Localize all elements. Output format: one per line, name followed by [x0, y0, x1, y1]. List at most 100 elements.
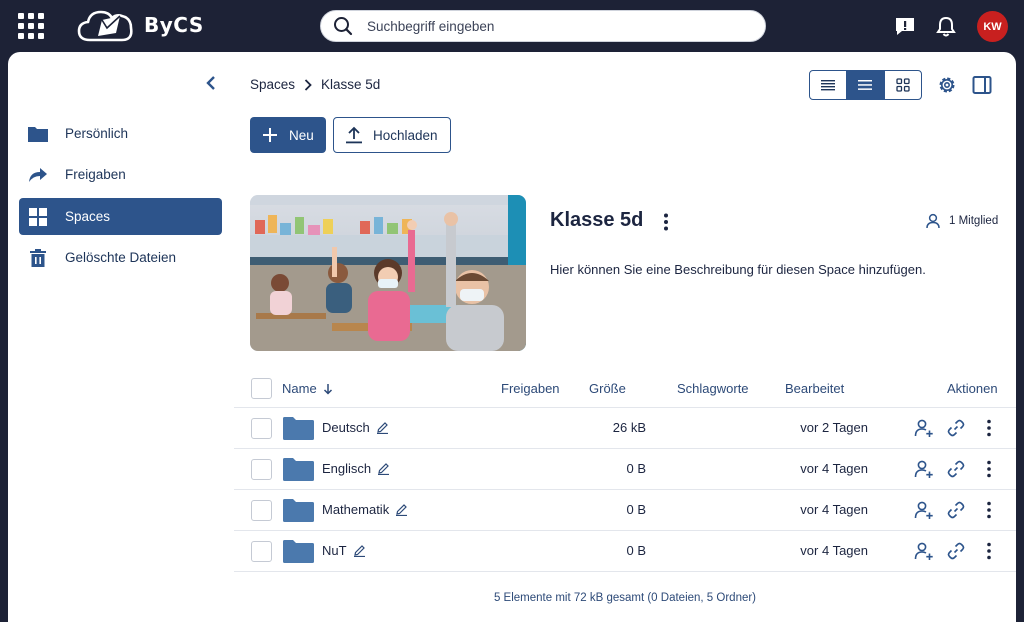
logo-text: ByCS — [144, 13, 204, 37]
upload-icon — [346, 126, 362, 144]
file-name[interactable]: Englisch — [322, 461, 371, 476]
chevron-left-icon — [206, 76, 215, 90]
file-name[interactable]: Deutsch — [322, 420, 370, 435]
folder-icon — [283, 458, 314, 481]
column-header-name-label: Name — [282, 381, 317, 396]
bell-icon[interactable] — [933, 13, 959, 39]
column-header-tags[interactable]: Schlagworte — [677, 381, 749, 396]
list-icon — [858, 80, 873, 90]
column-header-edited[interactable]: Bearbeitet — [785, 381, 844, 396]
chevron-right-icon — [304, 78, 312, 91]
table-row[interactable]: NuT 0 B vor 4 Tagen — [234, 531, 1016, 572]
more-options-icon[interactable] — [978, 417, 1000, 439]
list-condensed-icon — [821, 80, 836, 91]
column-header-size[interactable]: Größe — [589, 381, 626, 396]
grid-icon — [28, 207, 48, 227]
app-launcher-icon[interactable] — [18, 13, 44, 39]
add-share-icon[interactable] — [913, 499, 935, 521]
pencil-icon[interactable] — [377, 462, 390, 475]
add-share-icon[interactable] — [913, 417, 935, 439]
space-cover-image — [250, 195, 526, 351]
view-mode-switch — [809, 70, 922, 100]
search-placeholder: Suchbegriff eingeben — [367, 18, 495, 34]
breadcrumb: Spaces Klasse 5d — [250, 77, 380, 92]
more-options-icon[interactable] — [978, 540, 1000, 562]
link-icon[interactable] — [945, 540, 967, 562]
pencil-icon[interactable] — [353, 544, 366, 557]
column-header-name[interactable]: Name — [282, 381, 333, 396]
sidebar-item-label: Spaces — [65, 209, 111, 224]
space-title: Klasse 5d — [550, 209, 644, 231]
bycs-logo[interactable]: ByCS — [76, 6, 204, 44]
row-checkbox[interactable] — [251, 500, 272, 521]
feedback-icon[interactable] — [892, 13, 918, 39]
cloud-logo-icon — [77, 10, 133, 42]
row-checkbox[interactable] — [251, 459, 272, 480]
sidebar-toggle-icon[interactable] — [971, 74, 993, 96]
new-button[interactable]: Neu — [250, 117, 326, 153]
link-icon[interactable] — [945, 499, 967, 521]
gear-icon[interactable] — [936, 74, 958, 96]
select-all-checkbox[interactable] — [251, 378, 272, 399]
space-description[interactable]: Hier können Sie eine Beschreibung für di… — [550, 262, 926, 277]
space-members[interactable]: 1 Mitglied — [926, 213, 998, 229]
table-header: Name Freigaben Größe Schlagworte Bearbei… — [234, 370, 1016, 408]
user-avatar[interactable]: KW — [977, 11, 1008, 42]
pencil-icon[interactable] — [376, 421, 389, 434]
user-icon — [926, 213, 940, 229]
file-size: 0 B — [626, 461, 646, 476]
trash-icon — [28, 248, 48, 268]
upload-button[interactable]: Hochladen — [333, 117, 451, 153]
main-content: Spaces Klasse 5d Neu Hochladen Klasse 5d… — [234, 52, 1016, 622]
top-bar: ByCS Suchbegriff eingeben KW — [0, 0, 1024, 52]
sidebar-item-trash[interactable]: Gelöschte Dateien — [19, 239, 222, 276]
share-icon — [28, 165, 48, 185]
file-edited: vor 4 Tagen — [800, 461, 868, 476]
arrow-down-icon — [323, 383, 332, 395]
more-options-icon[interactable] — [978, 458, 1000, 480]
folder-icon — [283, 540, 314, 563]
space-members-label: 1 Mitglied — [949, 215, 999, 227]
table-row[interactable]: Englisch 0 B vor 4 Tagen — [234, 449, 1016, 490]
file-size: 0 B — [626, 502, 646, 517]
plus-icon — [263, 128, 277, 142]
folder-icon — [28, 124, 48, 144]
collapse-sidebar-button[interactable] — [202, 74, 220, 92]
table-row[interactable]: Mathematik 0 B vor 4 Tagen — [234, 490, 1016, 531]
sidebar-item-shares[interactable]: Freigaben — [19, 156, 222, 193]
breadcrumb-spaces-link[interactable]: Spaces — [250, 77, 295, 92]
sidebar: Persönlich Freigaben Spaces Gelöschte Da… — [8, 52, 234, 622]
sidebar-item-personal[interactable]: Persönlich — [19, 115, 222, 152]
add-share-icon[interactable] — [913, 458, 935, 480]
file-name[interactable]: NuT — [322, 543, 347, 558]
sidebar-item-label: Persönlich — [65, 126, 129, 141]
file-name[interactable]: Mathematik — [322, 502, 389, 517]
table-summary: 5 Elemente mit 72 kB gesamt (0 Dateien, … — [493, 592, 757, 604]
folder-icon — [283, 417, 314, 440]
file-edited: vor 4 Tagen — [800, 502, 868, 517]
view-condensed-button[interactable] — [810, 71, 846, 99]
search-icon — [334, 17, 353, 36]
row-checkbox[interactable] — [251, 541, 272, 562]
file-size: 0 B — [626, 543, 646, 558]
row-checkbox[interactable] — [251, 418, 272, 439]
file-edited: vor 2 Tagen — [800, 420, 868, 435]
add-share-icon[interactable] — [913, 540, 935, 562]
sidebar-item-label: Gelöschte Dateien — [65, 250, 177, 265]
sidebar-item-spaces[interactable]: Spaces — [19, 198, 222, 235]
new-button-label: Neu — [289, 127, 314, 143]
search-input[interactable]: Suchbegriff eingeben — [320, 10, 766, 42]
pencil-icon[interactable] — [395, 503, 408, 516]
more-options-icon[interactable] — [978, 499, 1000, 521]
folder-icon — [283, 499, 314, 522]
view-list-button[interactable] — [846, 71, 884, 99]
space-more-options-icon[interactable] — [660, 212, 672, 232]
tiles-icon — [896, 78, 910, 92]
table-row[interactable]: Deutsch 26 kB vor 2 Tagen — [234, 408, 1016, 449]
column-header-shares[interactable]: Freigaben — [501, 381, 560, 396]
link-icon[interactable] — [945, 417, 967, 439]
breadcrumb-current: Klasse 5d — [321, 77, 381, 92]
view-tiles-button[interactable] — [883, 71, 921, 99]
link-icon[interactable] — [945, 458, 967, 480]
column-header-actions: Aktionen — [947, 381, 998, 396]
